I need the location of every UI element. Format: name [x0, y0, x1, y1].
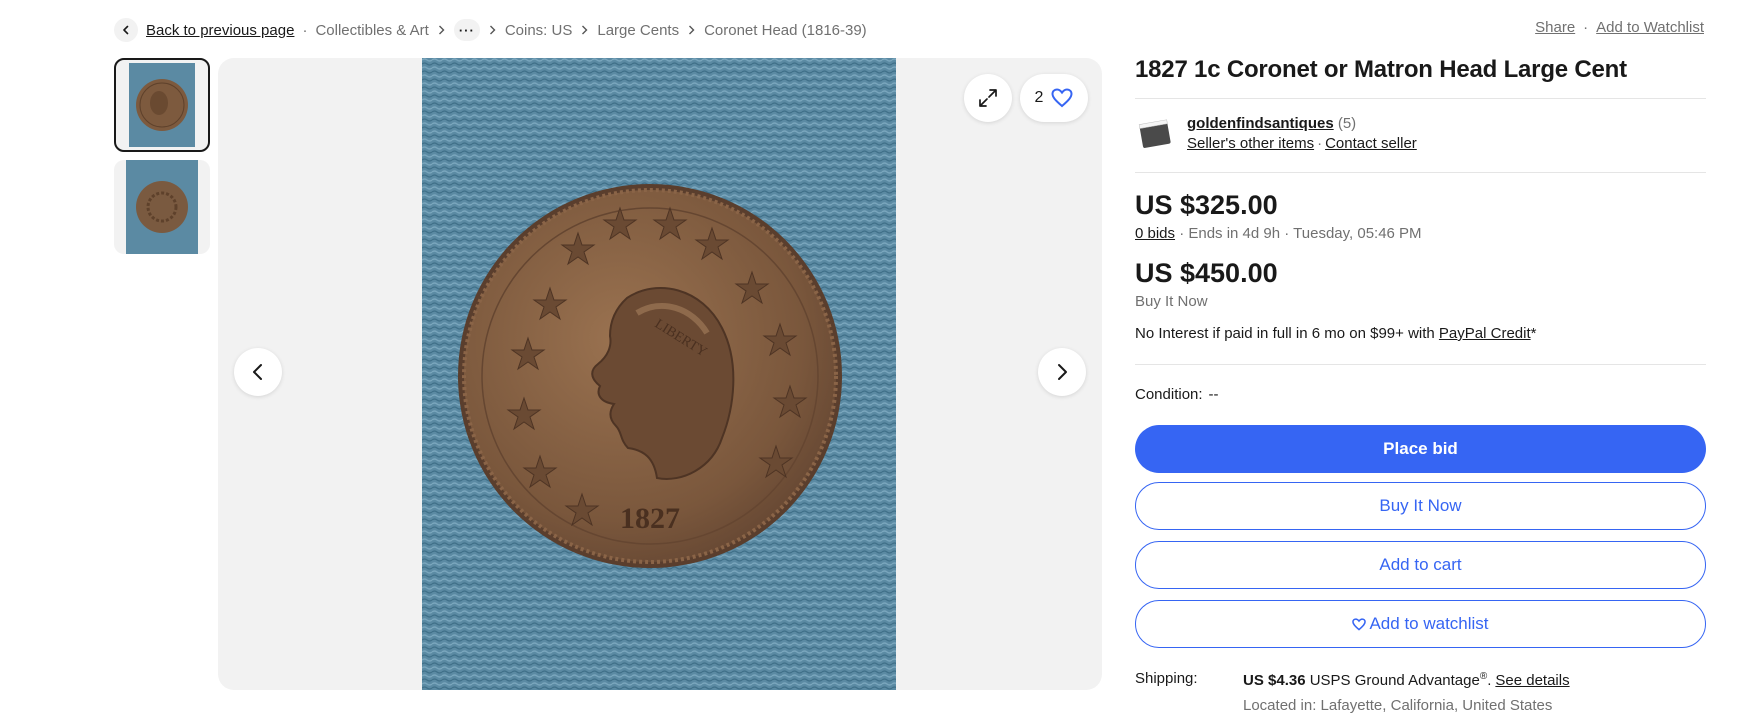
seller-other-items-link[interactable]: Seller's other items	[1187, 135, 1314, 152]
contact-seller-link[interactable]: Contact seller	[1325, 135, 1417, 152]
breadcrumb-more-button[interactable]: ···	[453, 19, 480, 41]
paypal-credit-offer: No Interest if paid in full in 6 mo on $…	[1135, 325, 1536, 342]
auction-end-time: · Ends in 4d 9h · Tuesday, 05:46 PM	[1175, 225, 1422, 242]
breadcrumb-item-coronet-head[interactable]: Coronet Head (1816-39)	[704, 22, 867, 39]
thumbnail-1[interactable]	[114, 58, 210, 152]
add-to-watchlist-button[interactable]: Add to watchlist	[1135, 600, 1706, 648]
seller-name-link[interactable]: goldenfindsantiques	[1187, 115, 1334, 132]
next-image-button[interactable]	[1038, 348, 1086, 396]
main-image-viewer[interactable]: LIBERTY 1827 2	[218, 58, 1102, 690]
listing-title: 1827 1c Coronet or Matron Head Large Cen…	[1135, 56, 1627, 83]
current-bid-price: US $325.00	[1135, 190, 1278, 220]
paypal-credit-link[interactable]: PayPal Credit	[1439, 325, 1531, 342]
previous-image-button[interactable]	[234, 348, 282, 396]
back-chevron-icon[interactable]	[114, 18, 138, 42]
heart-icon	[1352, 617, 1367, 631]
coin-date-inscription: 1827	[620, 502, 680, 535]
chevron-right-icon	[688, 23, 695, 38]
seller-links: Seller's other items · Contact seller	[1187, 135, 1417, 152]
seller-avatar[interactable]	[1135, 114, 1175, 154]
add-to-cart-button[interactable]: Add to cart	[1135, 541, 1706, 589]
coin-reverse-thumbnail-image	[126, 160, 198, 254]
see-details-link[interactable]: See details	[1495, 672, 1569, 689]
breadcrumb-separator-dot: ·	[302, 21, 308, 39]
breadcrumb: Back to previous page · Collectibles & A…	[114, 18, 867, 42]
expand-fullscreen-button[interactable]	[964, 74, 1012, 122]
buy-it-now-button[interactable]: Buy It Now	[1135, 482, 1706, 530]
shipping-period: .	[1487, 672, 1492, 689]
breadcrumb-item-collectibles[interactable]: Collectibles & Art	[315, 22, 428, 39]
add-to-watchlist-link[interactable]: Add to Watchlist	[1596, 19, 1704, 36]
credit-text: No Interest if paid in full in 6 mo on $…	[1135, 325, 1439, 342]
bids-count-link[interactable]: 0 bids	[1135, 225, 1175, 242]
coin-obverse-thumbnail-image	[129, 63, 195, 147]
buy-it-now-label: Buy It Now	[1135, 293, 1208, 310]
expand-arrows-icon	[979, 89, 997, 107]
shipping-price: US $4.36	[1243, 672, 1306, 689]
top-actions: Share · Add to Watchlist	[1535, 19, 1704, 36]
coin-photo: LIBERTY 1827	[422, 58, 896, 690]
seller-name-line: goldenfindsantiques (5)	[1187, 115, 1356, 132]
add-to-watchlist-label: Add to watchlist	[1369, 614, 1489, 633]
condition-row: Condition: --	[1135, 386, 1219, 403]
breadcrumb-item-coins-us[interactable]: Coins: US	[505, 22, 573, 39]
divider	[1135, 98, 1706, 99]
bid-info-line: 0 bids · Ends in 4d 9h · Tuesday, 05:46 …	[1135, 225, 1422, 242]
divider	[1135, 364, 1706, 365]
breadcrumb-item-large-cents[interactable]: Large Cents	[597, 22, 679, 39]
shipping-service: USPS Ground Advantage	[1305, 672, 1480, 689]
share-link[interactable]: Share	[1535, 19, 1575, 36]
chevron-right-icon	[489, 23, 496, 38]
back-to-previous-page-link[interactable]: Back to previous page	[146, 22, 294, 39]
condition-label: Condition:	[1135, 386, 1203, 403]
item-location: Located in: Lafayette, California, Unite…	[1243, 697, 1553, 714]
divider	[1135, 172, 1706, 173]
credit-asterisk: *	[1530, 325, 1537, 342]
top-actions-separator: ·	[1583, 19, 1589, 36]
chevron-right-icon	[581, 23, 588, 38]
chevron-right-icon	[438, 23, 445, 38]
seller-feedback-count: (5)	[1337, 115, 1357, 132]
watch-count-button[interactable]: 2	[1020, 74, 1088, 122]
place-bid-button[interactable]: Place bid	[1135, 425, 1706, 473]
seller-links-separator: ·	[1317, 135, 1323, 152]
chevron-left-icon	[253, 364, 262, 380]
shipping-label: Shipping:	[1135, 670, 1198, 687]
heart-icon	[1051, 88, 1073, 108]
chevron-right-icon	[1058, 364, 1067, 380]
watch-count: 2	[1034, 89, 1044, 106]
shipping-info: US $4.36 USPS Ground Advantage®. See deta…	[1243, 671, 1570, 689]
buy-it-now-price: US $450.00	[1135, 258, 1278, 288]
thumbnail-2[interactable]	[114, 160, 210, 254]
condition-value: --	[1208, 386, 1219, 403]
